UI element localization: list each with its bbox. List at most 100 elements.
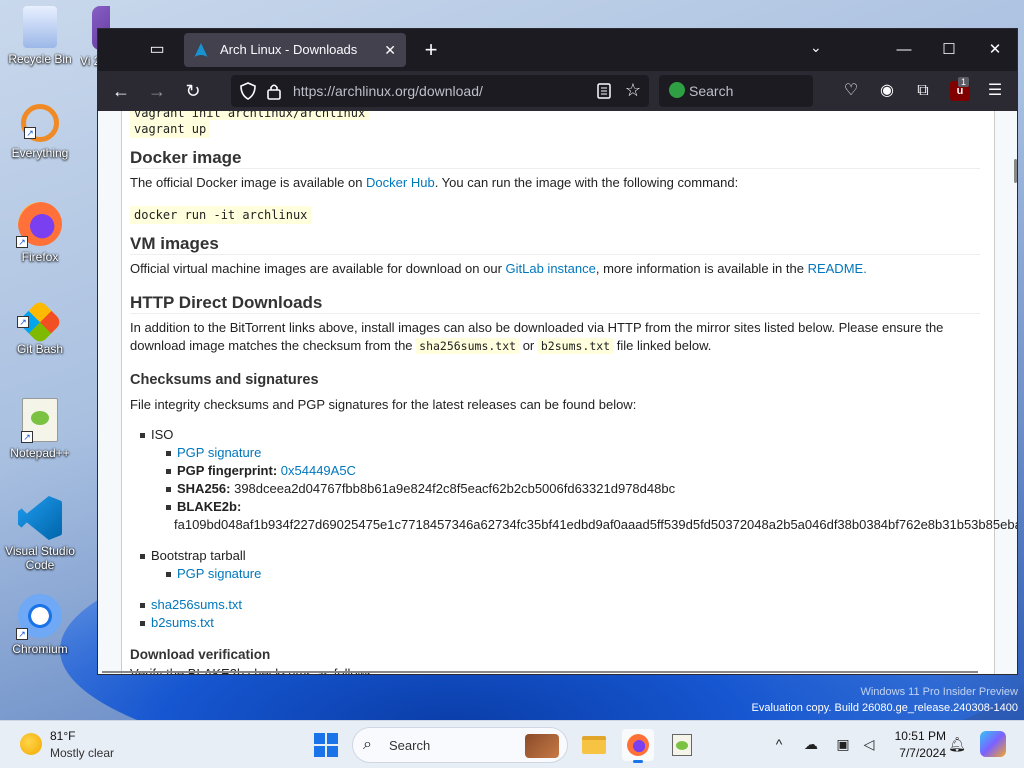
bullet bbox=[140, 603, 145, 609]
minimize-button[interactable]: — bbox=[889, 37, 919, 63]
back-button[interactable]: ← bbox=[107, 77, 135, 105]
list-item-bootstrap: Bootstrap tarball bbox=[140, 548, 246, 563]
http-text: or bbox=[519, 338, 538, 353]
network-icon[interactable]: ☁ bbox=[802, 735, 820, 753]
notepad-plus-plus-icon: ↗ bbox=[21, 398, 58, 443]
checksums-heading: Checksums and signatures bbox=[130, 372, 319, 388]
close-window-button[interactable]: ✕ bbox=[980, 37, 1010, 63]
desktop-icon-everything[interactable]: ↗ Everything bbox=[4, 104, 76, 160]
checksums-intro: File integrity checksums and PGP signatu… bbox=[130, 397, 637, 412]
sha256-label: SHA256: bbox=[177, 481, 231, 496]
desktop-icon-chromium[interactable]: ↗ Chromium bbox=[4, 594, 76, 656]
docker-text: The official Docker image is available o… bbox=[130, 175, 367, 190]
sha256sums-code: sha256sums.txt bbox=[416, 338, 520, 354]
new-tab-button[interactable]: + bbox=[418, 37, 444, 63]
bullet bbox=[166, 451, 171, 457]
clock-time[interactable]: 10:51 PM bbox=[886, 729, 946, 743]
taskbar-search[interactable]: ⌕ Search bbox=[352, 727, 568, 763]
vm-paragraph: Official virtual machine images are avai… bbox=[130, 260, 970, 278]
clock-date[interactable]: 7/7/2024 bbox=[886, 746, 946, 760]
list-item-bootstrap-pgp: PGP signature bbox=[166, 566, 261, 581]
weather-description[interactable]: Mostly clear bbox=[50, 746, 114, 760]
list-item-blake2b: BLAKE2b: bbox=[166, 499, 241, 514]
desktop-icon-recycle-bin[interactable]: Recycle Bin bbox=[4, 6, 76, 66]
menu-icon[interactable]: ☰ bbox=[985, 81, 1005, 101]
reload-button[interactable]: ↻ bbox=[179, 77, 207, 105]
firefox-taskbar-button[interactable] bbox=[622, 729, 654, 763]
pocket-icon[interactable]: ♡ bbox=[841, 81, 861, 101]
watermark-line2: Evaluation copy. Build 26080.ge_release.… bbox=[751, 702, 1018, 714]
url-bar[interactable]: https://archlinux.org/download/ ☆ bbox=[231, 75, 649, 107]
maximize-button[interactable]: ☐ bbox=[934, 37, 964, 63]
page-viewport[interactable]: vagrant init archlinux/archlinux vagrant… bbox=[98, 111, 1017, 674]
reader-view-icon[interactable] bbox=[595, 82, 613, 100]
start-button[interactable] bbox=[314, 733, 338, 757]
desktop-icon-git-bash[interactable]: ↗ Git Bash bbox=[4, 299, 76, 356]
vagrant-init-command: vagrant init archlinux/archlinux bbox=[130, 111, 370, 120]
list-item-iso: ISO bbox=[140, 427, 173, 442]
taskbar: 81°F Mostly clear ⌕ Search ^ ☁ ▣ ◁ 10:51… bbox=[0, 720, 1024, 768]
url-text[interactable]: https://archlinux.org/download/ bbox=[293, 83, 483, 99]
windows-logo-icon bbox=[327, 746, 338, 757]
b2sums-link[interactable]: b2sums.txt bbox=[151, 615, 214, 630]
close-tab-icon[interactable]: ✕ bbox=[384, 33, 396, 67]
docker-command: docker run -it archlinux bbox=[130, 206, 312, 224]
desktop-icon-firefox[interactable]: ↗ Firefox bbox=[4, 202, 76, 264]
watermark-line1: Windows 11 Pro Insider Preview bbox=[860, 686, 1018, 698]
list-item-fingerprint: PGP fingerprint: 0x54449A5C bbox=[166, 463, 356, 478]
firefox-window: ▭ Arch Linux - Downloads ✕ + ⌄ — ☐ ✕ ← →… bbox=[97, 28, 1018, 675]
list-item-sha256: SHA256: 398dceea2d04767fbb8b61a9e824f2c8… bbox=[166, 481, 675, 496]
vm-text: . bbox=[863, 261, 867, 276]
tab-arch-downloads[interactable]: Arch Linux - Downloads ✕ bbox=[184, 33, 406, 67]
search-bar[interactable]: Search bbox=[659, 75, 813, 107]
sha256-value: 398dceea2d04767fbb8b61a9e824f2c8f5eacf62… bbox=[234, 481, 676, 496]
desktop-icon-label: Chromium bbox=[12, 642, 68, 656]
weather-temperature[interactable]: 81°F bbox=[50, 729, 75, 743]
volume-icon[interactable]: ◁ bbox=[860, 735, 878, 753]
show-hidden-icons-chevron-icon[interactable]: ^ bbox=[770, 735, 788, 753]
notepad-plus-plus-taskbar-button[interactable] bbox=[666, 729, 698, 761]
copilot-icon[interactable] bbox=[980, 731, 1006, 757]
b2sums-code: b2sums.txt bbox=[537, 338, 614, 354]
docker-hub-link[interactable]: Docker Hub bbox=[366, 175, 435, 190]
display-icon[interactable]: ▣ bbox=[834, 735, 852, 753]
fingerprint-label: PGP fingerprint: bbox=[177, 463, 278, 478]
iso-label: ISO bbox=[151, 427, 174, 442]
tracking-protection-icon[interactable] bbox=[239, 82, 257, 100]
blake2b-value: fa109bd048af1b934f227d69025475e1c7718457… bbox=[174, 517, 1018, 532]
firefox-view-button[interactable]: ▭ bbox=[146, 39, 168, 61]
sha256sums-link[interactable]: sha256sums.txt bbox=[151, 597, 242, 612]
file-explorer-button[interactable] bbox=[578, 729, 610, 761]
fingerprint-link[interactable]: 0x54449A5C bbox=[281, 463, 356, 478]
vagrant-up-command: vagrant up bbox=[130, 120, 211, 138]
readme-link[interactable]: README bbox=[808, 261, 864, 276]
list-all-tabs-icon[interactable]: ⌄ bbox=[810, 39, 822, 56]
account-icon[interactable]: ◉ bbox=[877, 81, 897, 101]
notification-bell-icon[interactable]: 🔔︎ bbox=[948, 735, 966, 753]
bootstrap-pgp-signature-link[interactable]: PGP signature bbox=[177, 566, 261, 581]
windows-logo-icon bbox=[327, 733, 338, 744]
tab-bar: ▭ Arch Linux - Downloads ✕ + ⌄ — ☐ ✕ bbox=[98, 29, 1017, 71]
search-engine-icon bbox=[669, 82, 685, 98]
lock-icon[interactable] bbox=[265, 82, 283, 100]
weather-icon[interactable] bbox=[20, 733, 42, 755]
horizontal-scrollbar[interactable] bbox=[98, 669, 982, 674]
gitlab-link[interactable]: GitLab instance bbox=[506, 261, 596, 276]
desktop-icon-vscode[interactable]: ↗ Visual Studio Code bbox=[4, 496, 76, 572]
forward-button[interactable]: → bbox=[143, 77, 171, 105]
bullet bbox=[140, 621, 145, 627]
page-content: vagrant init archlinux/archlinux vagrant… bbox=[121, 111, 1017, 674]
vscode-icon: ↗ bbox=[18, 496, 62, 540]
http-text: download image matches the checksum from… bbox=[130, 338, 417, 353]
firefox-icon: ↗ bbox=[16, 202, 62, 248]
desktop-icon-label: Git Bash bbox=[16, 342, 64, 356]
vertical-scrollbar[interactable] bbox=[1014, 159, 1017, 183]
bookmark-star-icon[interactable]: ☆ bbox=[625, 80, 641, 101]
vm-images-heading: VM images bbox=[130, 234, 980, 255]
desktop-icon-label: Recycle Bin bbox=[8, 52, 72, 66]
desktop-icon-notepad-plus-plus[interactable]: ↗ Notepad++ bbox=[4, 398, 76, 460]
navigation-toolbar: ← → ↻ https://archlinux.org/download/ ☆ … bbox=[98, 71, 1017, 111]
iso-pgp-signature-link[interactable]: PGP signature bbox=[177, 445, 261, 460]
extensions-icon[interactable]: ⧉ bbox=[913, 81, 933, 101]
notepad-plus-plus-icon bbox=[672, 734, 692, 756]
